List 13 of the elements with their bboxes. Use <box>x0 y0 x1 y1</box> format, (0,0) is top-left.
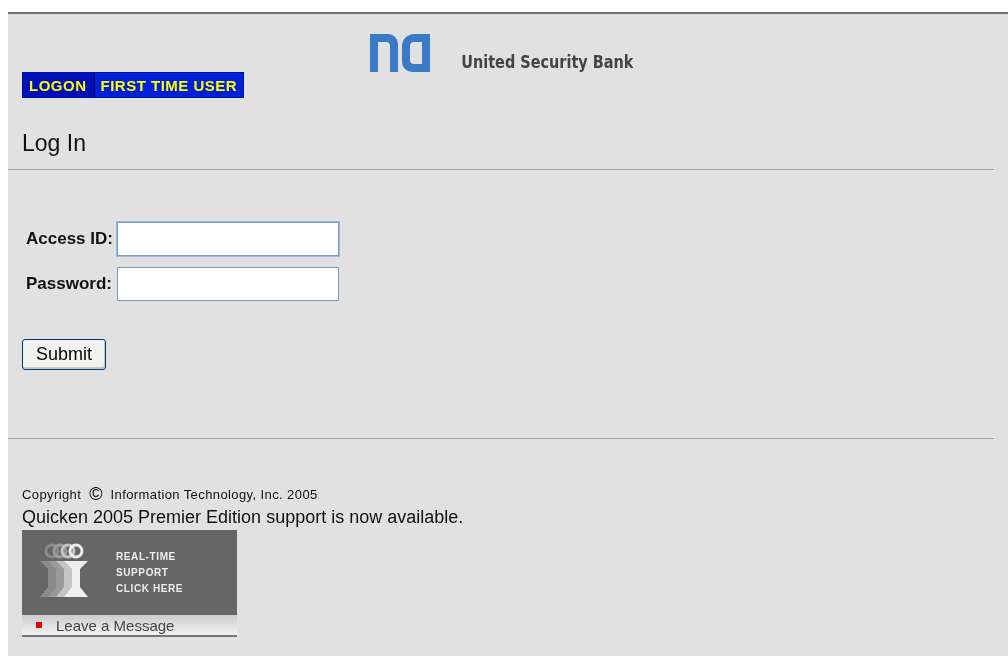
bank-name: United Security Bank <box>460 52 634 74</box>
page-heading: Log In <box>22 130 87 157</box>
notice-text: Quicken 2005 Premier Edition support is now available. <box>22 507 465 528</box>
nav-tab[interactable]: LOGON <box>23 73 95 97</box>
support-link-text[interactable]: REAL-TIME SUPPORT CLICK HERE <box>116 548 184 597</box>
copyright-symbol: © <box>89 484 103 505</box>
leave-message-link[interactable]: Leave a Message <box>22 615 237 637</box>
nav-tab[interactable]: FIRST TIME USER <box>94 73 244 97</box>
submit-button[interactable]: Submit <box>22 339 107 370</box>
field-label: Password: <box>26 274 113 294</box>
copyright-owner: Information Technology, Inc. 2005 <box>110 487 318 502</box>
copyright-text: Copyright <box>22 487 82 502</box>
field-label: Access ID: <box>26 229 113 249</box>
